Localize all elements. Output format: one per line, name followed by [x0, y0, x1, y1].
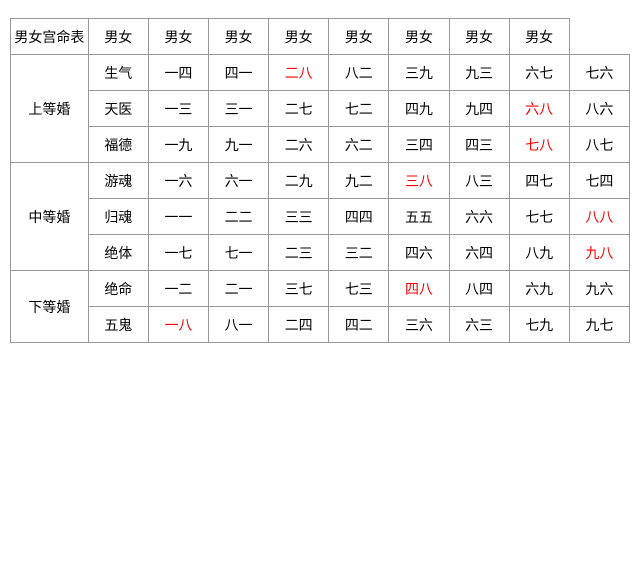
cell-2: 二六: [269, 127, 329, 163]
cell-2: 三三: [269, 199, 329, 235]
table-row: 福德一九九一二六六二三四四三七八八七: [11, 127, 630, 163]
cell-4: 四九: [389, 91, 449, 127]
cell-4: 三八: [389, 163, 449, 199]
group-label: 中等婚: [11, 163, 89, 271]
col-header-7: 男女: [449, 19, 509, 55]
cell-1: 三一: [209, 91, 269, 127]
main-table: 男女宫命表男女男女男女男女男女男女男女男女上等婚生气一四四一二八八二三九九三六七…: [10, 18, 630, 343]
cell-6: 六七: [509, 55, 569, 91]
sub-label: 归魂: [88, 199, 148, 235]
cell-5: 八三: [449, 163, 509, 199]
cell-2: 二四: [269, 307, 329, 343]
cell-5: 九三: [449, 55, 509, 91]
cell-5: 九四: [449, 91, 509, 127]
cell-4: 三九: [389, 55, 449, 91]
cell-4: 四八: [389, 271, 449, 307]
col-header-1: 男女: [88, 19, 148, 55]
cell-6: 七九: [509, 307, 569, 343]
cell-4: 五五: [389, 199, 449, 235]
cell-6: 六八: [509, 91, 569, 127]
cell-3: 六二: [329, 127, 389, 163]
cell-4: 四六: [389, 235, 449, 271]
col-header-8: 男女: [509, 19, 569, 55]
cell-3: 四四: [329, 199, 389, 235]
cell-3: 三二: [329, 235, 389, 271]
cell-5: 四三: [449, 127, 509, 163]
sub-label: 天医: [88, 91, 148, 127]
cell-1: 二一: [209, 271, 269, 307]
cell-6: 七八: [509, 127, 569, 163]
table-row: 上等婚生气一四四一二八八二三九九三六七七六: [11, 55, 630, 91]
cell-5: 六六: [449, 199, 509, 235]
cell-0: 一二: [148, 271, 208, 307]
cell-0: 一六: [148, 163, 208, 199]
cell-1: 七一: [209, 235, 269, 271]
cell-1: 九一: [209, 127, 269, 163]
cell-2: 二七: [269, 91, 329, 127]
col-header-5: 男女: [329, 19, 389, 55]
sub-label: 五鬼: [88, 307, 148, 343]
group-label: 下等婚: [11, 271, 89, 343]
col-header-3: 男女: [209, 19, 269, 55]
cell-7: 八六: [569, 91, 629, 127]
cell-5: 八四: [449, 271, 509, 307]
cell-0: 一七: [148, 235, 208, 271]
cell-3: 九二: [329, 163, 389, 199]
cell-6: 七七: [509, 199, 569, 235]
table-header-label: 男女宫命表: [11, 19, 89, 55]
cell-2: 二三: [269, 235, 329, 271]
sub-label: 绝命: [88, 271, 148, 307]
cell-1: 二二: [209, 199, 269, 235]
cell-4: 三四: [389, 127, 449, 163]
cell-6: 八九: [509, 235, 569, 271]
cell-7: 七六: [569, 55, 629, 91]
cell-3: 七二: [329, 91, 389, 127]
cell-0: 一九: [148, 127, 208, 163]
col-header-2: 男女: [148, 19, 208, 55]
table-row: 天医一三三一二七七二四九九四六八八六: [11, 91, 630, 127]
cell-7: 七四: [569, 163, 629, 199]
cell-7: 九八: [569, 235, 629, 271]
cell-7: 九七: [569, 307, 629, 343]
cell-1: 六一: [209, 163, 269, 199]
sub-label: 绝体: [88, 235, 148, 271]
cell-4: 三六: [389, 307, 449, 343]
cell-3: 七三: [329, 271, 389, 307]
cell-0: 一八: [148, 307, 208, 343]
col-header-6: 男女: [389, 19, 449, 55]
cell-7: 八七: [569, 127, 629, 163]
cell-7: 九六: [569, 271, 629, 307]
sub-label: 福德: [88, 127, 148, 163]
cell-3: 四二: [329, 307, 389, 343]
cell-2: 三七: [269, 271, 329, 307]
cell-6: 四七: [509, 163, 569, 199]
cell-2: 二九: [269, 163, 329, 199]
cell-1: 八一: [209, 307, 269, 343]
col-header-4: 男女: [269, 19, 329, 55]
table-row: 下等婚绝命一二二一三七七三四八八四六九九六: [11, 271, 630, 307]
cell-5: 六三: [449, 307, 509, 343]
cell-0: 一三: [148, 91, 208, 127]
cell-1: 四一: [209, 55, 269, 91]
table-row: 五鬼一八八一二四四二三六六三七九九七: [11, 307, 630, 343]
cell-5: 六四: [449, 235, 509, 271]
table-row: 中等婚游魂一六六一二九九二三八八三四七七四: [11, 163, 630, 199]
cell-0: 一四: [148, 55, 208, 91]
group-label: 上等婚: [11, 55, 89, 163]
cell-7: 八八: [569, 199, 629, 235]
table-row: 归魂一一二二三三四四五五六六七七八八: [11, 199, 630, 235]
cell-3: 八二: [329, 55, 389, 91]
cell-2: 二八: [269, 55, 329, 91]
sub-label: 生气: [88, 55, 148, 91]
cell-0: 一一: [148, 199, 208, 235]
sub-label: 游魂: [88, 163, 148, 199]
table-row: 绝体一七七一二三三二四六六四八九九八: [11, 235, 630, 271]
cell-6: 六九: [509, 271, 569, 307]
